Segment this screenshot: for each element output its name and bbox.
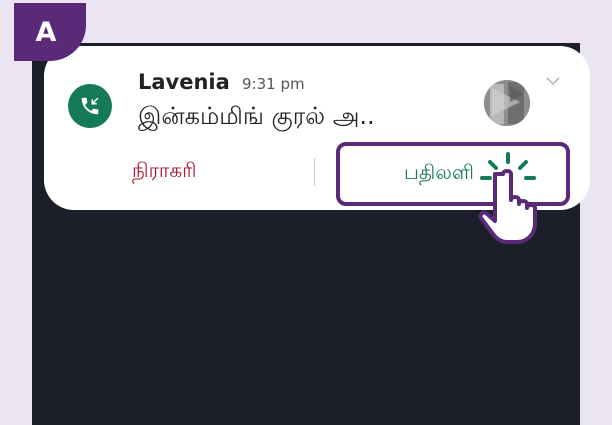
action-divider (314, 158, 315, 186)
step-badge-label: A (35, 16, 57, 48)
decline-button[interactable]: நிராகரி (132, 158, 197, 185)
incoming-call-icon (68, 84, 112, 128)
caller-name: Lavenia (138, 70, 230, 94)
contact-avatar (484, 80, 530, 126)
chevron-down-icon[interactable] (546, 76, 560, 86)
tap-hand-icon (478, 152, 537, 244)
notification-message: இன்கம்மிங் குரல் அ.. (138, 102, 375, 130)
notification-time: 9:31 pm (242, 75, 305, 93)
